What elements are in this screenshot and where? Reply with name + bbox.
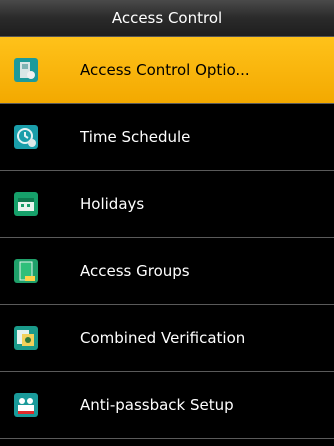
menu-item-label: Holidays [80, 195, 145, 213]
menu-item-label: Anti-passback Setup [80, 396, 234, 414]
menu-item-access-groups[interactable]: Access Groups [0, 238, 334, 305]
title-bar: Access Control [0, 0, 334, 37]
menu-item-time-schedule[interactable]: Time Schedule [0, 104, 334, 171]
menu-item-label: Access Groups [80, 262, 190, 280]
menu-item-anti-passback-setup[interactable]: Anti-passback Setup [0, 372, 334, 439]
combined-verification-icon [13, 325, 39, 351]
menu-item-label: Combined Verification [80, 329, 246, 347]
menu-item-holidays[interactable]: Holidays [0, 171, 334, 238]
anti-passback-icon [13, 392, 39, 418]
holidays-icon [13, 191, 39, 217]
menu-item-combined-verification[interactable]: Combined Verification [0, 305, 334, 372]
menu-item-access-control-options[interactable]: Access Control Optio... [0, 37, 334, 104]
menu-item-label: Access Control Optio... [80, 61, 250, 79]
time-schedule-icon [13, 124, 39, 150]
access-groups-icon [13, 258, 39, 284]
menu-item-label: Time Schedule [80, 128, 191, 146]
access-control-screen: Access Control Access Control Optio... T… [0, 0, 334, 446]
access-control-options-icon [13, 57, 39, 83]
access-control-menu: Access Control Optio... Time Schedule Ho… [0, 37, 334, 439]
